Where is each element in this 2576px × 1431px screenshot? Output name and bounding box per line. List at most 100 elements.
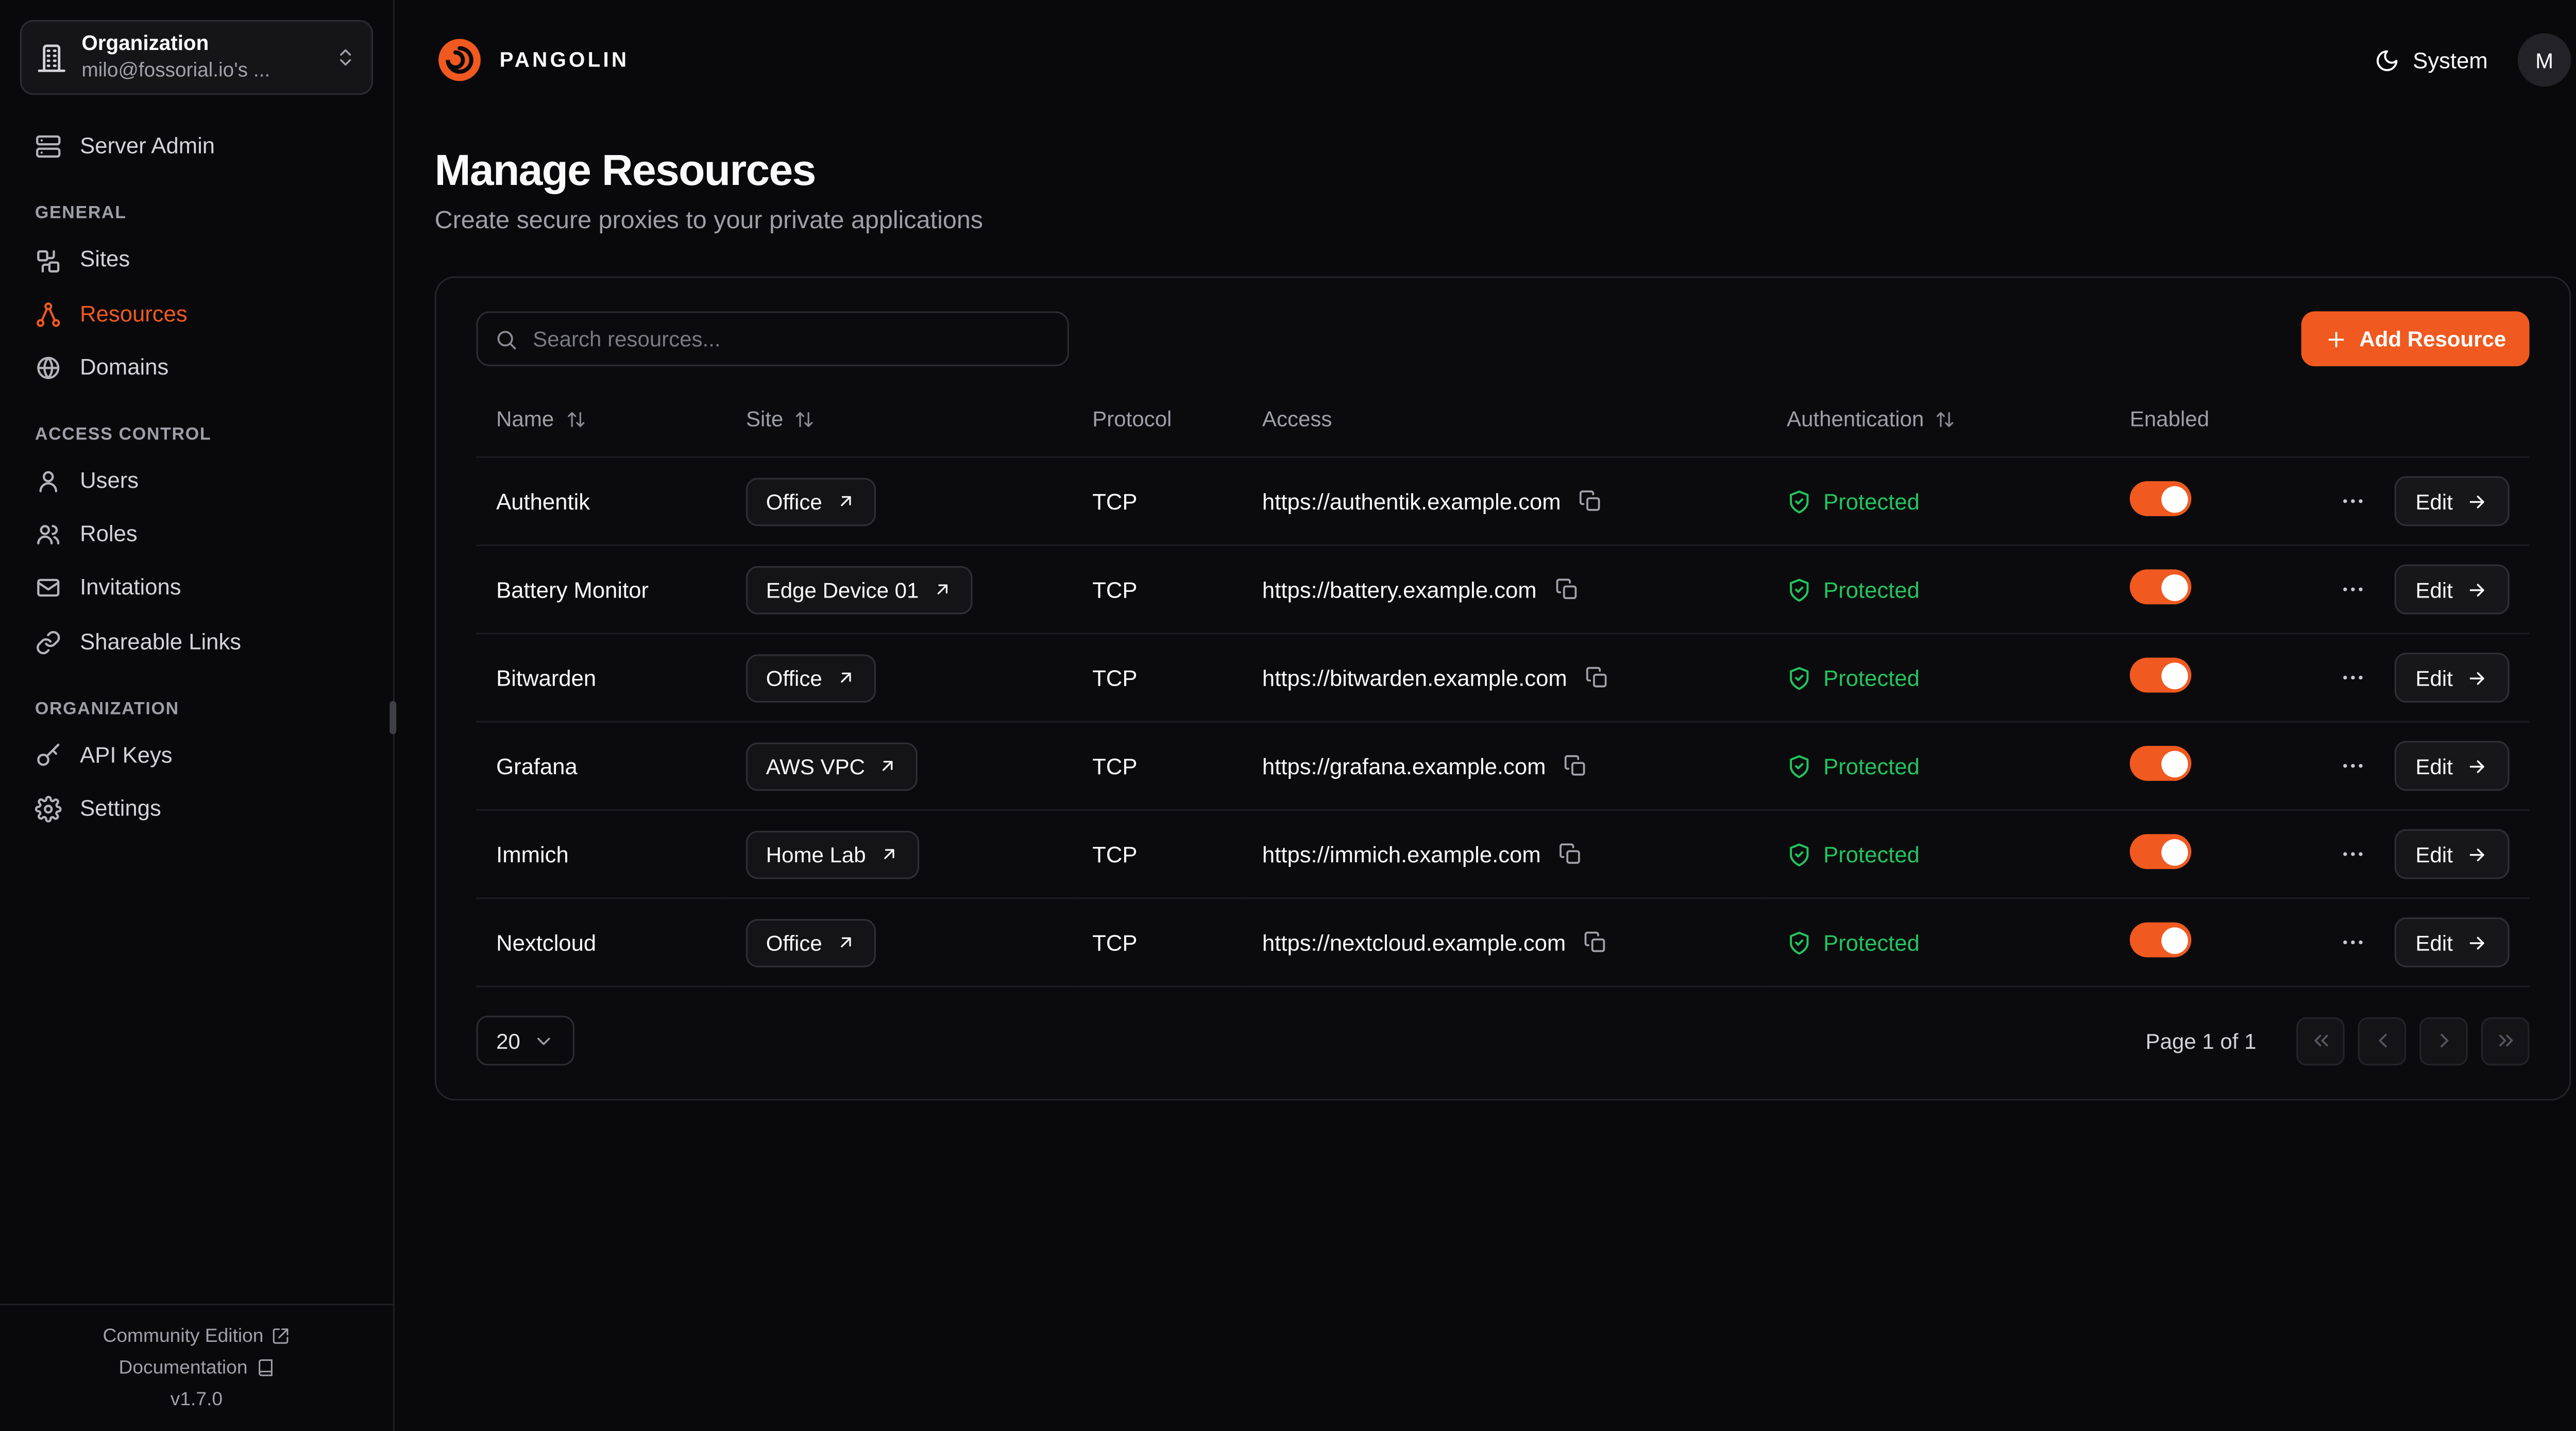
theme-toggle-button[interactable]: System bbox=[2375, 47, 2488, 72]
protocol-value: TCP bbox=[1092, 842, 1137, 866]
edit-button[interactable]: Edit bbox=[2394, 829, 2509, 879]
next-page-button[interactable] bbox=[2419, 1016, 2468, 1065]
site-link-button[interactable]: Office bbox=[746, 477, 875, 525]
sidebar-item-label: Invitations bbox=[80, 575, 181, 602]
site-link-button[interactable]: Office bbox=[746, 918, 875, 967]
copy-url-button[interactable] bbox=[1576, 486, 1606, 516]
site-link-button[interactable]: AWS VPC bbox=[746, 742, 918, 790]
sidebar-item-domains[interactable]: Domains bbox=[20, 343, 373, 393]
sidebar-item-roles[interactable]: Roles bbox=[20, 510, 373, 560]
shield-check-icon bbox=[1787, 665, 1811, 690]
site-name: Office bbox=[766, 489, 822, 514]
arrow-right-icon bbox=[2466, 755, 2488, 777]
copy-url-button[interactable] bbox=[1582, 662, 1612, 692]
documentation-link[interactable]: Documentation bbox=[118, 1358, 274, 1378]
sort-authentication[interactable]: Authentication bbox=[1787, 406, 1956, 431]
search-input[interactable] bbox=[476, 311, 1069, 366]
sidebar-item-server-admin[interactable]: Server Admin bbox=[20, 122, 373, 173]
column-header-authentication: Authentication bbox=[1767, 393, 2110, 457]
toggle-knob bbox=[2161, 662, 2188, 689]
user-icon bbox=[35, 468, 62, 495]
row-menu-button[interactable] bbox=[2332, 923, 2372, 963]
sidebar-item-shareable-links[interactable]: Shareable Links bbox=[20, 617, 373, 668]
add-resource-button[interactable]: Add Resource bbox=[2301, 311, 2529, 366]
edit-button[interactable]: Edit bbox=[2394, 653, 2509, 703]
page-title: Manage Resources bbox=[435, 145, 2571, 196]
sidebar-section-access-control: ACCESS CONTROL bbox=[35, 424, 358, 445]
edit-button[interactable]: Edit bbox=[2394, 476, 2509, 526]
first-page-button[interactable] bbox=[2296, 1016, 2345, 1065]
previous-page-button[interactable] bbox=[2358, 1016, 2406, 1065]
page-size-value: 20 bbox=[496, 1028, 520, 1053]
enabled-toggle[interactable] bbox=[2130, 834, 2192, 869]
protocol-value: TCP bbox=[1092, 754, 1137, 778]
row-menu-button[interactable] bbox=[2332, 658, 2372, 698]
enabled-toggle[interactable] bbox=[2130, 481, 2192, 516]
column-header-access: Access bbox=[1242, 393, 1767, 457]
enabled-toggle[interactable] bbox=[2130, 746, 2192, 781]
edit-button[interactable]: Edit bbox=[2394, 917, 2509, 967]
site-link-button[interactable]: Home Lab bbox=[746, 830, 919, 878]
shield-check-icon bbox=[1787, 842, 1811, 866]
sidebar-resize-handle[interactable] bbox=[389, 701, 396, 735]
copy-icon bbox=[1579, 489, 1602, 513]
enabled-toggle[interactable] bbox=[2130, 923, 2192, 958]
resource-name: Grafana bbox=[496, 754, 578, 778]
sidebar-item-invitations[interactable]: Invitations bbox=[20, 564, 373, 614]
sort-site[interactable]: Site bbox=[746, 406, 815, 431]
row-menu-button[interactable] bbox=[2332, 746, 2372, 786]
edit-button[interactable]: Edit bbox=[2394, 565, 2509, 615]
sidebar-item-settings[interactable]: Settings bbox=[20, 784, 373, 834]
sidebar-section-organization: ORGANIZATION bbox=[35, 699, 358, 719]
enabled-toggle[interactable] bbox=[2130, 658, 2192, 693]
last-page-button[interactable] bbox=[2481, 1016, 2530, 1065]
row-menu-button[interactable] bbox=[2332, 481, 2372, 521]
row-menu-button[interactable] bbox=[2332, 569, 2372, 609]
site-link-button[interactable]: Office bbox=[746, 654, 875, 702]
edit-button[interactable]: Edit bbox=[2394, 741, 2509, 791]
resources-card: Add Resource Name bbox=[435, 277, 2571, 1101]
gear-icon bbox=[35, 796, 62, 823]
external-arrow-icon bbox=[836, 491, 856, 511]
copy-icon bbox=[1555, 578, 1578, 601]
protocol-value: TCP bbox=[1092, 489, 1137, 514]
sidebar-item-label: Settings bbox=[80, 796, 161, 823]
row-menu-button[interactable] bbox=[2332, 834, 2372, 874]
shield-check-icon bbox=[1787, 754, 1811, 778]
copy-url-button[interactable] bbox=[1581, 927, 1611, 957]
version-label: v1.7.0 bbox=[171, 1389, 223, 1409]
column-header-name: Name bbox=[476, 393, 726, 457]
table-header: Name Site Protocol Access bbox=[476, 393, 2529, 457]
row-actions: Edit bbox=[2351, 829, 2510, 879]
row-actions: Edit bbox=[2351, 741, 2510, 791]
community-edition-link[interactable]: Community Edition bbox=[103, 1326, 291, 1347]
sidebar-item-sites[interactable]: Sites bbox=[20, 235, 373, 286]
column-header-actions bbox=[2331, 393, 2530, 457]
page-label: Page 1 of 1 bbox=[2146, 1028, 2257, 1053]
access-url: https://immich.example.com bbox=[1262, 842, 1541, 866]
org-selector[interactable]: Organization milo@fossorial.io's ... bbox=[20, 20, 373, 95]
documentation-label: Documentation bbox=[118, 1358, 247, 1378]
row-actions: Edit bbox=[2351, 565, 2510, 615]
sidebar-item-api-keys[interactable]: API Keys bbox=[20, 730, 373, 781]
copy-url-button[interactable] bbox=[1552, 574, 1582, 604]
enabled-toggle[interactable] bbox=[2130, 569, 2192, 604]
add-resource-label: Add Resource bbox=[2359, 326, 2506, 351]
avatar[interactable]: M bbox=[2518, 33, 2571, 87]
access-url: https://battery.example.com bbox=[1262, 577, 1537, 602]
main-content: PANGOLIN System M Manage Resources Creat… bbox=[395, 0, 2576, 1431]
pagination: Page 1 of 1 bbox=[2146, 1016, 2530, 1065]
protocol-value: TCP bbox=[1092, 577, 1137, 602]
copy-url-button[interactable] bbox=[1556, 839, 1586, 869]
sidebar-item-users[interactable]: Users bbox=[20, 456, 373, 506]
resources-icon bbox=[35, 301, 62, 328]
sidebar-item-resources[interactable]: Resources bbox=[20, 289, 373, 339]
access-cell: https://bitwarden.example.com bbox=[1262, 662, 1747, 692]
sidebar-item-label: Domains bbox=[80, 354, 168, 381]
copy-url-button[interactable] bbox=[1561, 751, 1591, 781]
arrow-right-icon bbox=[2466, 931, 2488, 953]
sort-name[interactable]: Name bbox=[496, 406, 586, 431]
external-arrow-icon bbox=[879, 844, 899, 864]
page-size-select[interactable]: 20 bbox=[476, 1016, 575, 1066]
site-link-button[interactable]: Edge Device 01 bbox=[746, 565, 972, 614]
